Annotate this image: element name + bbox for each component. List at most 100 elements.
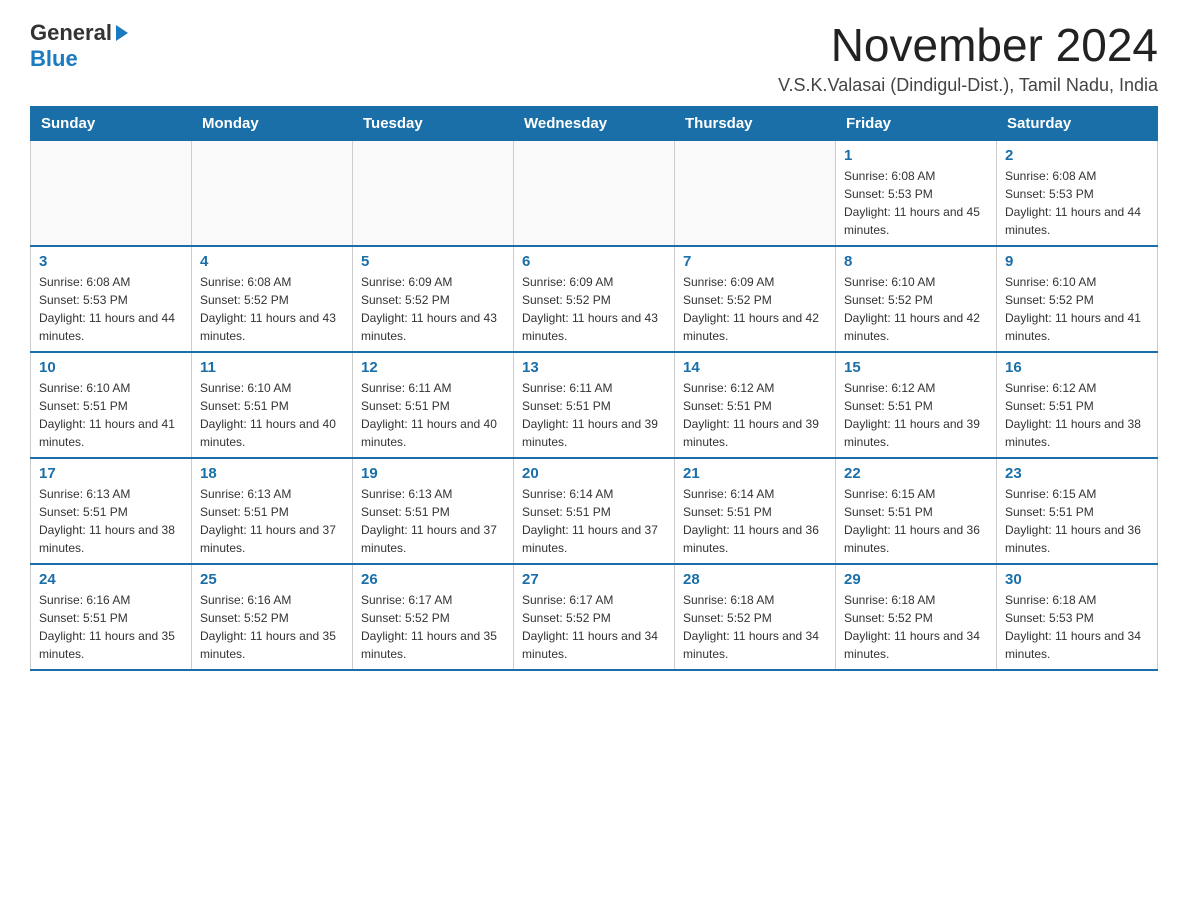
calendar-cell: 7 Sunrise: 6:09 AMSunset: 5:52 PMDaylight… [675,246,836,352]
week-row-1: 1 Sunrise: 6:08 AMSunset: 5:53 PMDaylight… [31,140,1158,246]
day-header-monday: Monday [192,106,353,140]
day-info: Sunrise: 6:10 AMSunset: 5:52 PMDaylight:… [1005,273,1149,345]
day-number: 28 [683,571,827,588]
calendar-cell: 10 Sunrise: 6:10 AMSunset: 5:51 PMDayligh… [31,352,192,458]
day-info: Sunrise: 6:17 AMSunset: 5:52 PMDaylight:… [361,591,505,663]
day-info: Sunrise: 6:14 AMSunset: 5:51 PMDaylight:… [522,485,666,557]
day-info: Sunrise: 6:10 AMSunset: 5:51 PMDaylight:… [39,379,183,451]
day-info: Sunrise: 6:14 AMSunset: 5:51 PMDaylight:… [683,485,827,557]
calendar-cell: 27Sunrise: 6:17 AMSunset: 5:52 PMDayligh… [514,564,675,670]
day-number: 17 [39,465,183,482]
week-row-3: 10 Sunrise: 6:10 AMSunset: 5:51 PMDayligh… [31,352,1158,458]
day-info: Sunrise: 6:13 AMSunset: 5:51 PMDaylight:… [200,485,344,557]
day-number: 9 [1005,253,1149,270]
calendar-cell: 15 Sunrise: 6:12 AMSunset: 5:51 PMDayligh… [836,352,997,458]
day-number: 26 [361,571,505,588]
day-number: 12 [361,359,505,376]
calendar-cell: 14 Sunrise: 6:12 AMSunset: 5:51 PMDayligh… [675,352,836,458]
day-number: 18 [200,465,344,482]
calendar-header: SundayMondayTuesdayWednesdayThursdayFrid… [31,106,1158,140]
day-number: 11 [200,359,344,376]
calendar-body: 1 Sunrise: 6:08 AMSunset: 5:53 PMDaylight… [31,140,1158,670]
day-number: 6 [522,253,666,270]
day-headers-row: SundayMondayTuesdayWednesdayThursdayFrid… [31,106,1158,140]
logo-general-text: General [30,20,112,46]
day-header-friday: Friday [836,106,997,140]
calendar-cell: 2 Sunrise: 6:08 AMSunset: 5:53 PMDaylight… [997,140,1158,246]
logo-blue-text: Blue [30,46,78,72]
calendar-cell: 11Sunrise: 6:10 AMSunset: 5:51 PMDayligh… [192,352,353,458]
day-info: Sunrise: 6:13 AMSunset: 5:51 PMDaylight:… [39,485,183,557]
day-info: Sunrise: 6:16 AMSunset: 5:51 PMDaylight:… [39,591,183,663]
day-info: Sunrise: 6:09 AMSunset: 5:52 PMDaylight:… [683,273,827,345]
day-number: 30 [1005,571,1149,588]
day-info: Sunrise: 6:18 AMSunset: 5:52 PMDaylight:… [683,591,827,663]
calendar-cell: 30 Sunrise: 6:18 AMSunset: 5:53 PMDayligh… [997,564,1158,670]
day-number: 5 [361,253,505,270]
calendar-cell: 19 Sunrise: 6:13 AMSunset: 5:51 PMDayligh… [353,458,514,564]
day-info: Sunrise: 6:11 AMSunset: 5:51 PMDaylight:… [361,379,505,451]
calendar-cell: 26 Sunrise: 6:17 AMSunset: 5:52 PMDayligh… [353,564,514,670]
calendar-cell: 6 Sunrise: 6:09 AMSunset: 5:52 PMDaylight… [514,246,675,352]
day-number: 13 [522,359,666,376]
day-number: 21 [683,465,827,482]
day-number: 20 [522,465,666,482]
day-number: 23 [1005,465,1149,482]
day-info: Sunrise: 6:12 AMSunset: 5:51 PMDaylight:… [683,379,827,451]
week-row-4: 17 Sunrise: 6:13 AMSunset: 5:51 PMDayligh… [31,458,1158,564]
day-number: 14 [683,359,827,376]
day-number: 2 [1005,147,1149,164]
calendar-cell: 23 Sunrise: 6:15 AMSunset: 5:51 PMDayligh… [997,458,1158,564]
day-info: Sunrise: 6:12 AMSunset: 5:51 PMDaylight:… [844,379,988,451]
day-info: Sunrise: 6:11 AMSunset: 5:51 PMDaylight:… [522,379,666,451]
week-row-5: 24Sunrise: 6:16 AMSunset: 5:51 PMDayligh… [31,564,1158,670]
calendar-cell: 18 Sunrise: 6:13 AMSunset: 5:51 PMDayligh… [192,458,353,564]
day-number: 15 [844,359,988,376]
day-info: Sunrise: 6:18 AMSunset: 5:53 PMDaylight:… [1005,591,1149,663]
day-number: 16 [1005,359,1149,376]
day-info: Sunrise: 6:08 AMSunset: 5:53 PMDaylight:… [1005,167,1149,239]
day-number: 29 [844,571,988,588]
day-number: 4 [200,253,344,270]
calendar-cell: 4Sunrise: 6:08 AMSunset: 5:52 PMDaylight… [192,246,353,352]
day-header-saturday: Saturday [997,106,1158,140]
day-number: 3 [39,253,183,270]
day-info: Sunrise: 6:09 AMSunset: 5:52 PMDaylight:… [522,273,666,345]
day-info: Sunrise: 6:16 AMSunset: 5:52 PMDaylight:… [200,591,344,663]
calendar-cell: 28 Sunrise: 6:18 AMSunset: 5:52 PMDayligh… [675,564,836,670]
day-info: Sunrise: 6:12 AMSunset: 5:51 PMDaylight:… [1005,379,1149,451]
day-info: Sunrise: 6:08 AMSunset: 5:53 PMDaylight:… [844,167,988,239]
day-info: Sunrise: 6:08 AMSunset: 5:53 PMDaylight:… [39,273,183,345]
day-info: Sunrise: 6:18 AMSunset: 5:52 PMDaylight:… [844,591,988,663]
day-number: 7 [683,253,827,270]
week-row-2: 3 Sunrise: 6:08 AMSunset: 5:53 PMDaylight… [31,246,1158,352]
day-number: 10 [39,359,183,376]
calendar-cell [514,140,675,246]
calendar-cell [192,140,353,246]
calendar-cell: 22Sunrise: 6:15 AMSunset: 5:51 PMDayligh… [836,458,997,564]
location-subtitle: V.S.K.Valasai (Dindigul-Dist.), Tamil Na… [778,75,1158,96]
day-info: Sunrise: 6:17 AMSunset: 5:52 PMDaylight:… [522,591,666,663]
day-info: Sunrise: 6:09 AMSunset: 5:52 PMDaylight:… [361,273,505,345]
day-number: 1 [844,147,988,164]
day-number: 22 [844,465,988,482]
calendar-cell: 8Sunrise: 6:10 AMSunset: 5:52 PMDaylight… [836,246,997,352]
day-header-sunday: Sunday [31,106,192,140]
calendar-cell: 20 Sunrise: 6:14 AMSunset: 5:51 PMDayligh… [514,458,675,564]
day-info: Sunrise: 6:13 AMSunset: 5:51 PMDaylight:… [361,485,505,557]
calendar-cell: 9 Sunrise: 6:10 AMSunset: 5:52 PMDaylight… [997,246,1158,352]
calendar-cell: 13 Sunrise: 6:11 AMSunset: 5:51 PMDayligh… [514,352,675,458]
calendar-cell [675,140,836,246]
calendar-cell: 5 Sunrise: 6:09 AMSunset: 5:52 PMDaylight… [353,246,514,352]
day-info: Sunrise: 6:10 AMSunset: 5:52 PMDaylight:… [844,273,988,345]
logo-arrow-icon [116,25,128,41]
calendar-cell [31,140,192,246]
day-header-tuesday: Tuesday [353,106,514,140]
day-info: Sunrise: 6:15 AMSunset: 5:51 PMDaylight:… [1005,485,1149,557]
calendar-cell [353,140,514,246]
month-title: November 2024 [778,20,1158,71]
day-number: 19 [361,465,505,482]
calendar-cell: 1 Sunrise: 6:08 AMSunset: 5:53 PMDaylight… [836,140,997,246]
calendar-cell: 16 Sunrise: 6:12 AMSunset: 5:51 PMDayligh… [997,352,1158,458]
calendar-cell: 17 Sunrise: 6:13 AMSunset: 5:51 PMDayligh… [31,458,192,564]
